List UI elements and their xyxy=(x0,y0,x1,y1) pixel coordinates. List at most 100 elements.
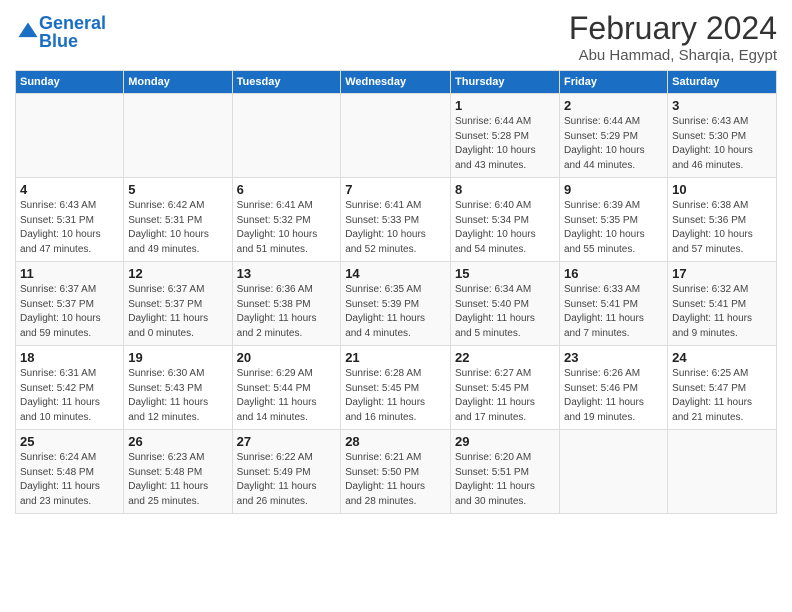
day-number: 9 xyxy=(564,182,663,197)
day-number: 29 xyxy=(455,434,555,449)
week-row-2: 4 Sunrise: 6:43 AM Sunset: 5:31 PM Daylig… xyxy=(16,178,777,262)
day-cell: 26Sunrise: 6:23 AM Sunset: 5:48 PM Dayli… xyxy=(124,430,232,514)
week-row-4: 18Sunrise: 6:31 AM Sunset: 5:42 PM Dayli… xyxy=(16,346,777,430)
day-cell: 21Sunrise: 6:28 AM Sunset: 5:45 PM Dayli… xyxy=(341,346,451,430)
day-number: 4 xyxy=(20,182,119,197)
day-detail: Sunrise: 6:39 AM Sunset: 5:35 PM Dayligh… xyxy=(564,199,663,257)
location-title: Abu Hammad, Sharqia, Egypt xyxy=(569,47,777,64)
day-number: 16 xyxy=(564,266,663,281)
weekday-header-thursday: Thursday xyxy=(451,71,560,94)
day-cell: 9 Sunrise: 6:39 AM Sunset: 5:35 PM Daylig… xyxy=(559,178,667,262)
day-cell: 8 Sunrise: 6:40 AM Sunset: 5:34 PM Daylig… xyxy=(451,178,560,262)
logo-icon xyxy=(17,21,39,43)
logo-text-line2: Blue xyxy=(39,32,106,50)
day-cell: 27Sunrise: 6:22 AM Sunset: 5:49 PM Dayli… xyxy=(232,430,341,514)
day-cell: 6 Sunrise: 6:41 AM Sunset: 5:32 PM Daylig… xyxy=(232,178,341,262)
day-cell xyxy=(559,430,667,514)
weekday-header-row: SundayMondayTuesdayWednesdayThursdayFrid… xyxy=(16,71,777,94)
day-number: 13 xyxy=(237,266,337,281)
day-detail: Sunrise: 6:32 AM Sunset: 5:41 PM Dayligh… xyxy=(672,283,772,341)
day-number: 24 xyxy=(672,350,772,365)
day-detail: Sunrise: 6:40 AM Sunset: 5:34 PM Dayligh… xyxy=(455,199,555,257)
day-number: 11 xyxy=(20,266,119,281)
day-detail: Sunrise: 6:33 AM Sunset: 5:41 PM Dayligh… xyxy=(564,283,663,341)
day-cell: 24 Sunrise: 6:25 AM Sunset: 5:47 PM Dayli… xyxy=(668,346,777,430)
day-detail: Sunrise: 6:24 AM Sunset: 5:48 PM Dayligh… xyxy=(20,451,119,509)
calendar-table: SundayMondayTuesdayWednesdayThursdayFrid… xyxy=(15,70,777,514)
weekday-header-friday: Friday xyxy=(559,71,667,94)
day-cell xyxy=(16,94,124,178)
day-number: 23 xyxy=(564,350,663,365)
day-number: 20 xyxy=(237,350,337,365)
day-detail: Sunrise: 6:43 AM Sunset: 5:30 PM Dayligh… xyxy=(672,115,772,173)
day-detail: Sunrise: 6:37 AM Sunset: 5:37 PM Dayligh… xyxy=(128,283,227,341)
day-detail: Sunrise: 6:27 AM Sunset: 5:45 PM Dayligh… xyxy=(455,367,555,425)
weekday-header-sunday: Sunday xyxy=(16,71,124,94)
day-cell: 11Sunrise: 6:37 AM Sunset: 5:37 PM Dayli… xyxy=(16,262,124,346)
day-cell: 14 Sunrise: 6:35 AM Sunset: 5:39 PM Dayli… xyxy=(341,262,451,346)
day-detail: Sunrise: 6:25 AM Sunset: 5:47 PM Dayligh… xyxy=(672,367,772,425)
day-number: 7 xyxy=(345,182,446,197)
day-number: 17 xyxy=(672,266,772,281)
day-detail: Sunrise: 6:38 AM Sunset: 5:36 PM Dayligh… xyxy=(672,199,772,257)
day-detail: Sunrise: 6:43 AM Sunset: 5:31 PM Dayligh… xyxy=(20,199,119,257)
day-cell: 12 Sunrise: 6:37 AM Sunset: 5:37 PM Dayli… xyxy=(124,262,232,346)
day-detail: Sunrise: 6:23 AM Sunset: 5:48 PM Dayligh… xyxy=(128,451,227,509)
day-number: 12 xyxy=(128,266,227,281)
week-row-1: 1Sunrise: 6:44 AM Sunset: 5:28 PM Daylig… xyxy=(16,94,777,178)
day-detail: Sunrise: 6:35 AM Sunset: 5:39 PM Dayligh… xyxy=(345,283,446,341)
day-cell: 3 Sunrise: 6:43 AM Sunset: 5:30 PM Daylig… xyxy=(668,94,777,178)
day-detail: Sunrise: 6:36 AM Sunset: 5:38 PM Dayligh… xyxy=(237,283,337,341)
day-cell xyxy=(232,94,341,178)
day-number: 1 xyxy=(455,98,555,113)
day-detail: Sunrise: 6:30 AM Sunset: 5:43 PM Dayligh… xyxy=(128,367,227,425)
day-number: 6 xyxy=(237,182,337,197)
day-number: 2 xyxy=(564,98,663,113)
day-cell: 4 Sunrise: 6:43 AM Sunset: 5:31 PM Daylig… xyxy=(16,178,124,262)
header: General Blue February 2024 Abu Hammad, S… xyxy=(15,10,777,64)
day-cell: 22 Sunrise: 6:27 AM Sunset: 5:45 PM Dayli… xyxy=(451,346,560,430)
day-number: 14 xyxy=(345,266,446,281)
day-cell: 13 Sunrise: 6:36 AM Sunset: 5:38 PM Dayli… xyxy=(232,262,341,346)
day-cell: 19 Sunrise: 6:30 AM Sunset: 5:43 PM Dayli… xyxy=(124,346,232,430)
day-cell: 28 Sunrise: 6:21 AM Sunset: 5:50 PM Dayli… xyxy=(341,430,451,514)
day-number: 27 xyxy=(237,434,337,449)
day-detail: Sunrise: 6:26 AM Sunset: 5:46 PM Dayligh… xyxy=(564,367,663,425)
day-cell: 29 Sunrise: 6:20 AM Sunset: 5:51 PM Dayli… xyxy=(451,430,560,514)
day-number: 5 xyxy=(128,182,227,197)
day-detail: Sunrise: 6:34 AM Sunset: 5:40 PM Dayligh… xyxy=(455,283,555,341)
day-cell: 23 Sunrise: 6:26 AM Sunset: 5:46 PM Dayli… xyxy=(559,346,667,430)
day-number: 25 xyxy=(20,434,119,449)
logo: General Blue xyxy=(15,14,106,50)
weekday-header-wednesday: Wednesday xyxy=(341,71,451,94)
day-detail: Sunrise: 6:29 AM Sunset: 5:44 PM Dayligh… xyxy=(237,367,337,425)
day-cell: 2 Sunrise: 6:44 AM Sunset: 5:29 PM Daylig… xyxy=(559,94,667,178)
day-cell: 5 Sunrise: 6:42 AM Sunset: 5:31 PM Daylig… xyxy=(124,178,232,262)
title-area: February 2024 Abu Hammad, Sharqia, Egypt xyxy=(569,10,777,64)
day-number: 10 xyxy=(672,182,772,197)
day-detail: Sunrise: 6:41 AM Sunset: 5:32 PM Dayligh… xyxy=(237,199,337,257)
weekday-header-monday: Monday xyxy=(124,71,232,94)
weekday-header-tuesday: Tuesday xyxy=(232,71,341,94)
day-cell xyxy=(668,430,777,514)
day-number: 28 xyxy=(345,434,446,449)
day-cell: 17 Sunrise: 6:32 AM Sunset: 5:41 PM Dayli… xyxy=(668,262,777,346)
day-cell: 10 Sunrise: 6:38 AM Sunset: 5:36 PM Dayli… xyxy=(668,178,777,262)
day-detail: Sunrise: 6:42 AM Sunset: 5:31 PM Dayligh… xyxy=(128,199,227,257)
weekday-header-saturday: Saturday xyxy=(668,71,777,94)
day-detail: Sunrise: 6:21 AM Sunset: 5:50 PM Dayligh… xyxy=(345,451,446,509)
day-number: 8 xyxy=(455,182,555,197)
day-cell: 16 Sunrise: 6:33 AM Sunset: 5:41 PM Dayli… xyxy=(559,262,667,346)
week-row-3: 11 Sunrise: 6:37 AM Sunset: 5:37 PM Dayli… xyxy=(16,262,777,346)
day-number: 19 xyxy=(128,350,227,365)
day-number: 3 xyxy=(672,98,772,113)
day-detail: Sunrise: 6:28 AM Sunset: 5:45 PM Dayligh… xyxy=(345,367,446,425)
day-cell xyxy=(341,94,451,178)
day-detail: Sunrise: 6:20 AM Sunset: 5:51 PM Dayligh… xyxy=(455,451,555,509)
month-title: February 2024 xyxy=(569,10,777,47)
day-detail: Sunrise: 6:44 AM Sunset: 5:29 PM Dayligh… xyxy=(564,115,663,173)
day-cell: 20 Sunrise: 6:29 AM Sunset: 5:44 PM Dayli… xyxy=(232,346,341,430)
day-number: 22 xyxy=(455,350,555,365)
logo-text-line1: General xyxy=(39,14,106,32)
day-cell: 25 Sunrise: 6:24 AM Sunset: 5:48 PM Dayli… xyxy=(16,430,124,514)
